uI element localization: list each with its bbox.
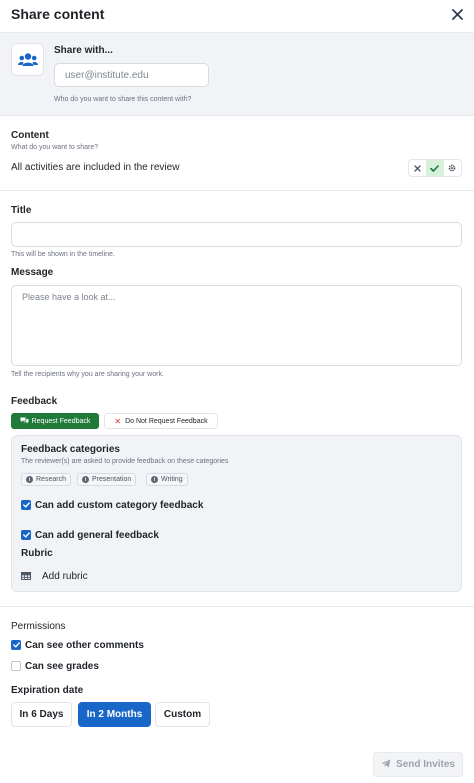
table-icon [21, 567, 31, 585]
check-icon[interactable] [426, 160, 444, 176]
general-feedback-label: Can add general feedback [35, 530, 159, 541]
custom-category-checkbox[interactable] [21, 500, 31, 510]
title-label: Title [11, 205, 32, 216]
x-icon[interactable] [409, 160, 426, 176]
no-request-feedback-label: Do Not Request Feedback [125, 417, 208, 425]
dialog-title: Share content [11, 6, 105, 22]
add-rubric-button[interactable]: Add rubric [21, 567, 88, 585]
general-feedback-checkbox[interactable] [21, 530, 31, 540]
see-grades-label: Can see grades [25, 661, 99, 672]
category-chip: i Presentation [77, 473, 137, 486]
add-rubric-label: Add rubric [42, 570, 88, 582]
feedback-label: Feedback [11, 396, 58, 407]
send-invites-label: Send Invites [396, 759, 455, 770]
share-with-heading: Share with... [54, 45, 113, 56]
message-hint: Tell the recipients why you are sharing … [11, 371, 164, 378]
custom-category-label: Can add custom category feedback [35, 500, 204, 511]
info-icon: i [151, 476, 158, 483]
expiration-option-6-days[interactable]: In 6 Days [11, 702, 72, 727]
close-icon[interactable] [449, 4, 465, 24]
feedback-categories-hint: The reviewer(s) are asked to provide fee… [21, 458, 229, 465]
section-divider [0, 190, 474, 191]
share-hint: Who do you want to share this content wi… [54, 96, 192, 103]
see-grades-checkbox[interactable] [11, 661, 21, 671]
users-icon [11, 43, 44, 76]
expiration-option-2-months[interactable]: In 2 Months [78, 702, 151, 727]
content-summary: All activities are included in the revie… [11, 162, 180, 173]
category-chip: i Research [21, 473, 71, 486]
info-icon: i [82, 476, 89, 483]
permissions-label: Permissions [11, 621, 66, 632]
category-chip: i Writing [146, 473, 188, 486]
category-chip-label: Presentation [92, 476, 132, 483]
gear-icon[interactable] [444, 160, 461, 176]
paper-plane-icon [381, 759, 391, 771]
category-chip-label: Research [36, 476, 66, 483]
info-icon: i [26, 476, 33, 483]
see-comments-checkbox[interactable] [11, 640, 21, 650]
x-icon: ✕ [114, 416, 122, 426]
see-comments-label: Can see other comments [25, 640, 144, 651]
request-feedback-button[interactable]: Request Feedback [11, 413, 99, 429]
title-input[interactable] [11, 222, 462, 247]
message-textarea[interactable] [11, 285, 462, 366]
section-divider [0, 606, 474, 607]
title-hint: This will be shown in the timeline. [11, 251, 115, 258]
message-label: Message [11, 267, 54, 278]
email-input[interactable] [54, 63, 209, 87]
category-chip-label: Writing [161, 476, 183, 483]
content-label: Content [11, 130, 49, 141]
no-request-feedback-button[interactable]: ✕ Do Not Request Feedback [104, 413, 218, 429]
send-invites-button[interactable]: Send Invites [373, 752, 463, 777]
content-toggle-group [408, 159, 462, 177]
content-hint: What do you want to share? [11, 144, 99, 151]
request-feedback-label: Request Feedback [31, 417, 91, 425]
expiration-label: Expiration date [11, 685, 84, 696]
feedback-categories-title: Feedback categories [21, 444, 120, 455]
expiration-option-custom[interactable]: Custom [155, 702, 210, 727]
rubric-label: Rubric [21, 548, 53, 559]
comments-icon [20, 417, 29, 426]
